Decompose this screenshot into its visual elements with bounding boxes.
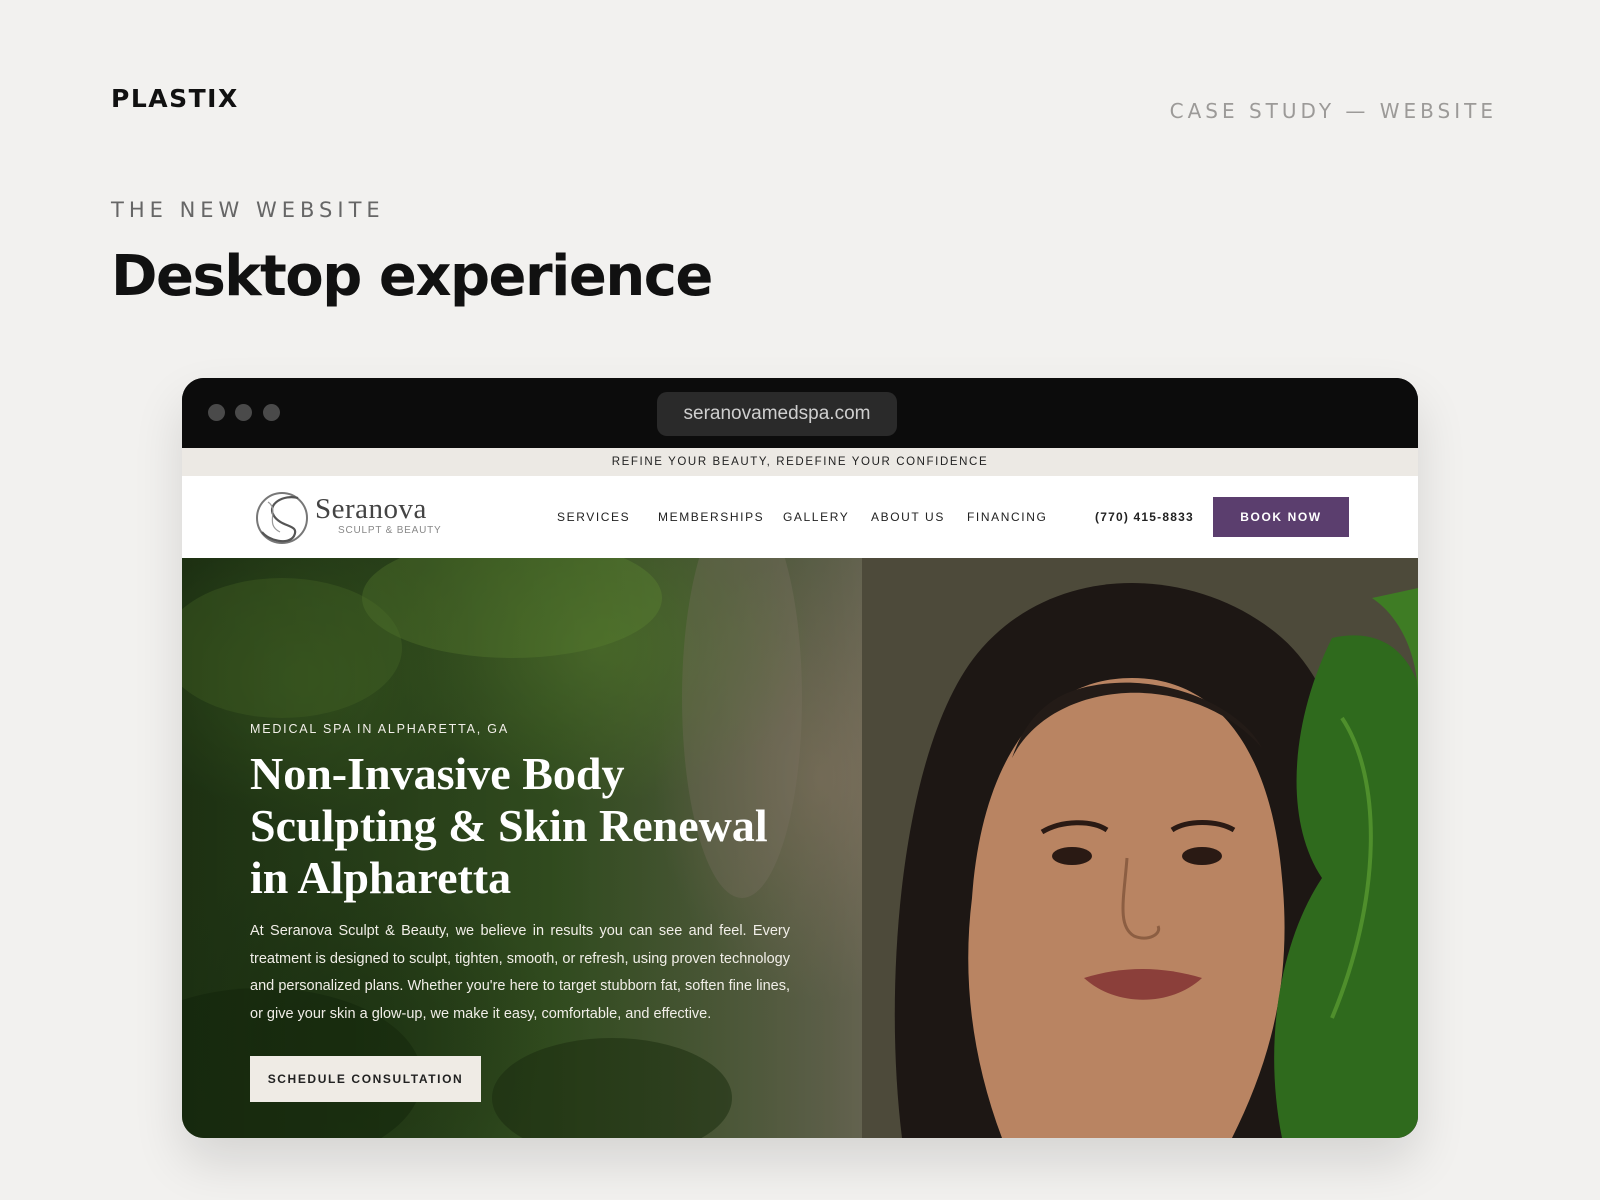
- page-title: Desktop experience: [111, 244, 713, 309]
- nav-about-us[interactable]: ABOUT US: [871, 510, 945, 524]
- hero-portrait-image: [862, 558, 1418, 1138]
- case-study-label: CASE STUDY — WEBSITE: [1169, 99, 1497, 123]
- nav-services[interactable]: SERVICES: [557, 510, 630, 524]
- phone-number[interactable]: (770) 415-8833: [1095, 510, 1194, 524]
- hero-headline: Non-Invasive Body Sculpting & Skin Renew…: [250, 748, 768, 903]
- browser-window: seranovamedspa.com REFINE YOUR BEAUTY, R…: [182, 378, 1418, 1138]
- address-bar[interactable]: seranovamedspa.com: [657, 392, 897, 436]
- hero-section: MEDICAL SPA IN ALPHARETTA, GA Non-Invasi…: [182, 558, 1418, 1138]
- nav-gallery[interactable]: GALLERY: [783, 510, 849, 524]
- window-dot-close-icon[interactable]: [208, 404, 225, 421]
- logo-wordmark: Seranova: [315, 493, 427, 525]
- schedule-consultation-button[interactable]: SCHEDULE CONSULTATION: [250, 1056, 481, 1102]
- nav-memberships[interactable]: MEMBERSHIPS: [658, 510, 764, 524]
- website: REFINE YOUR BEAUTY, REDEFINE YOUR CONFID…: [182, 448, 1418, 1138]
- site-nav: Seranova SCULPT & BEAUTY SERVICES MEMBER…: [182, 476, 1418, 558]
- hero-kicker: MEDICAL SPA IN ALPHARETTA, GA: [250, 722, 509, 736]
- window-dot-maximize-icon[interactable]: [263, 404, 280, 421]
- hero-body-text: At Seranova Sculpt & Beauty, we believe …: [250, 923, 790, 1022]
- nav-financing[interactable]: FINANCING: [967, 510, 1047, 524]
- plastix-logo: PLASTIX: [111, 84, 239, 113]
- window-dot-minimize-icon[interactable]: [235, 404, 252, 421]
- logo-subtitle: SCULPT & BEAUTY: [338, 525, 442, 536]
- section-eyebrow: THE NEW WEBSITE: [111, 198, 385, 222]
- seranova-monogram-icon: [256, 492, 308, 544]
- announcement-bar: REFINE YOUR BEAUTY, REDEFINE YOUR CONFID…: [182, 448, 1418, 476]
- book-now-button[interactable]: BOOK NOW: [1213, 497, 1349, 537]
- browser-chrome: seranovamedspa.com: [182, 378, 1418, 448]
